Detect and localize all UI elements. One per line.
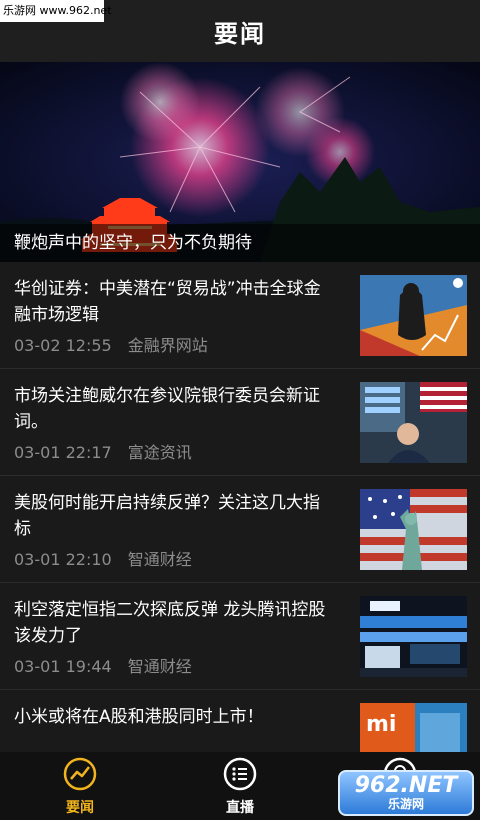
news-source: 智通财经 <box>127 550 192 569</box>
banner-caption: 鞭炮声中的坚守，只为不负期待 <box>0 224 480 262</box>
news-thumbnail <box>360 275 467 356</box>
tab-live-label: 直播 <box>226 800 254 816</box>
banner-carousel[interactable]: 鞭炮声中的坚守，只为不负期待 <box>0 62 480 262</box>
tab-news-label: 要闻 <box>66 800 94 816</box>
news-item[interactable]: 小米或将在A股和港股同时上市！ mi <box>0 690 480 752</box>
news-source: 智通财经 <box>127 657 192 676</box>
news-date: 03-01 19:44 <box>14 657 112 676</box>
page-title: 要闻 <box>214 19 266 48</box>
news-title: 美股何时能开启持续反弹？关注这几大指标 <box>14 493 320 539</box>
news-meta: 03-01 22:10 智通财经 <box>14 546 192 570</box>
tab-news[interactable]: 要闻 <box>0 752 160 820</box>
news-title: 小米或将在A股和港股同时上市！ <box>14 707 264 727</box>
news-item[interactable]: 美股何时能开启持续反弹？关注这几大指标 03-01 22:10 智通财经 <box>0 476 480 583</box>
svg-text:mi: mi <box>366 712 396 737</box>
news-thumbnail <box>360 382 467 463</box>
news-list: 华创证券：中美潜在“贸易战”冲击全球金融市场逻辑 03-02 12:55 金融界网… <box>0 262 480 752</box>
news-meta: 03-01 22:17 富途资讯 <box>14 439 192 463</box>
watermark-logo-text: 962.NET <box>354 773 458 798</box>
list-icon <box>223 757 257 791</box>
news-item[interactable]: 华创证券：中美潜在“贸易战”冲击全球金融市场逻辑 03-02 12:55 金融界网… <box>0 262 480 369</box>
watermark-logo-sub: 乐游网 <box>387 797 424 811</box>
news-date: 03-02 12:55 <box>14 336 112 355</box>
news-title: 华创证券：中美潜在“贸易战”冲击全球金融市场逻辑 <box>14 279 321 325</box>
tab-live[interactable]: 直播 <box>160 752 320 820</box>
news-date: 03-01 22:10 <box>14 550 112 569</box>
watermark-top: 乐游网 www.962.net <box>0 0 112 22</box>
news-item[interactable]: 市场关注鲍威尔在参议院银行委员会新证词。 03-01 22:17 富途资讯 <box>0 369 480 476</box>
news-item[interactable]: 利空落定恒指二次探底反弹 龙头腾讯控股该发力了 03-01 19:44 智通财经 <box>0 583 480 690</box>
news-date: 03-01 22:17 <box>14 443 112 462</box>
news-thumbnail <box>360 489 467 570</box>
news-meta: 03-02 12:55 金融界网站 <box>14 332 208 356</box>
trend-icon <box>63 757 97 791</box>
news-title: 利空落定恒指二次探底反弹 龙头腾讯控股该发力了 <box>14 600 326 646</box>
news-title: 市场关注鲍威尔在参议院银行委员会新证词。 <box>14 386 320 432</box>
news-thumbnail <box>360 596 467 677</box>
watermark-logo: 962.NET 乐游网 <box>338 770 474 816</box>
news-source: 金融界网站 <box>127 336 208 355</box>
news-source: 富途资讯 <box>127 443 192 462</box>
news-thumbnail: mi <box>360 703 467 752</box>
news-meta: 03-01 19:44 智通财经 <box>14 653 192 677</box>
